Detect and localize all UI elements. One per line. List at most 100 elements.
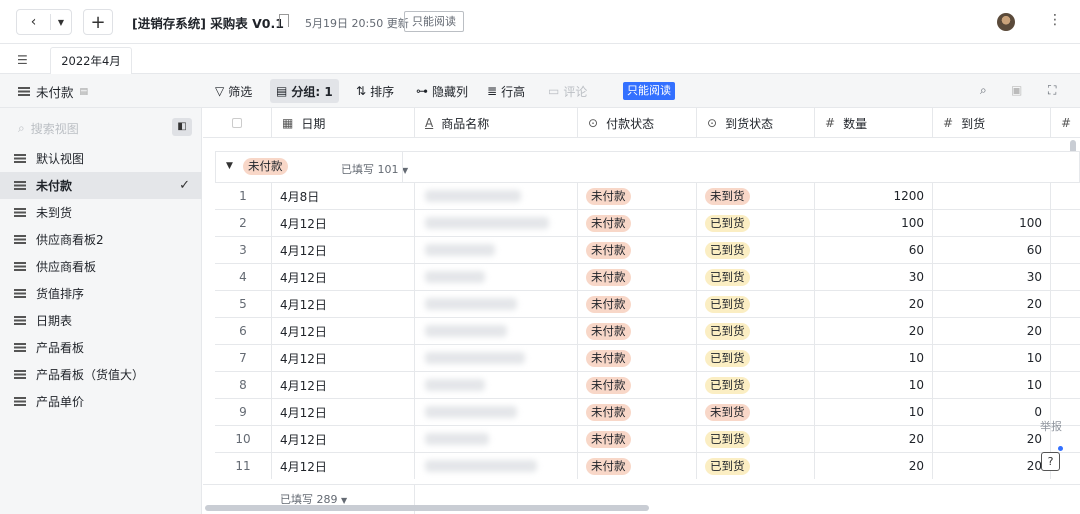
cell-quantity[interactable]: 60 [815,237,933,263]
comment-button[interactable]: ▭ 评论 [542,79,593,103]
collapse-group-icon[interactable]: ▼ [226,161,233,171]
view-search[interactable]: ⌕ 搜索视图 [18,120,79,137]
sidebar-item-default-view[interactable]: 默认视图 [0,145,202,172]
back-icon[interactable]: ‹ [17,14,51,30]
cell-payment[interactable]: 未付款 [578,399,697,425]
column-header-received[interactable]: # 到货 [933,108,1051,138]
table-row[interactable]: 3 4月12日 未付款 已到货 60 60 [215,236,1080,263]
cell-date[interactable]: 4月12日 [272,345,415,371]
cell-arrival[interactable]: 已到货 [697,264,815,290]
column-header-next[interactable]: # [1051,108,1080,138]
cell-date[interactable]: 4月12日 [272,399,415,425]
save-icon[interactable]: ▣ [1011,83,1022,97]
cell-product-redacted[interactable] [415,237,578,263]
cell-quantity[interactable]: 20 [815,318,933,344]
sidebar-item-unpaid[interactable]: 未付款 ✓ [0,172,202,199]
cell-received[interactable]: 60 [933,237,1051,263]
sidebar-item-product-price[interactable]: 产品单价 [0,388,202,415]
cell-payment[interactable]: 未付款 [578,291,697,317]
cell-payment[interactable]: 未付款 [578,210,697,236]
cell-arrival[interactable]: 已到货 [697,291,815,317]
sidebar-item-product-board-high-value[interactable]: 产品看板（货值大） [0,361,202,388]
cell-arrival[interactable]: 未到货 [697,399,815,425]
select-all-checkbox[interactable] [203,108,272,138]
cell-product-redacted[interactable] [415,345,578,371]
cell-received[interactable] [933,183,1051,209]
cell-quantity[interactable]: 20 [815,453,933,479]
bookmark-icon[interactable] [279,14,289,27]
fullscreen-icon[interactable]: ⛶ [1048,83,1056,98]
table-row[interactable]: 4 4月12日 未付款 已到货 30 30 [215,263,1080,290]
cell-payment[interactable]: 未付款 [578,453,697,479]
cell-quantity[interactable]: 10 [815,372,933,398]
cell-received[interactable]: 20 [933,453,1051,479]
cell-date[interactable]: 4月12日 [272,237,415,263]
cell-arrival[interactable]: 已到货 [697,453,815,479]
avatar[interactable] [997,13,1015,31]
cell-product-redacted[interactable] [415,264,578,290]
column-header-product[interactable]: A 商品名称 [415,108,578,138]
cell-received[interactable]: 20 [933,291,1051,317]
cell-quantity[interactable]: 10 [815,345,933,371]
cell-product-redacted[interactable] [415,291,578,317]
cell-product-redacted[interactable] [415,210,578,236]
sidebar-item-value-sort[interactable]: 货值排序 [0,280,202,307]
cell-payment[interactable]: 未付款 [578,183,697,209]
table-row[interactable]: 11 4月12日 未付款 已到货 20 20 [215,452,1080,479]
sidebar-item-product-board[interactable]: 产品看板 [0,334,202,361]
cell-payment[interactable]: 未付款 [578,237,697,263]
group-header[interactable]: ▼ 未付款 已填写 101 ▼ [215,151,1080,183]
sort-button[interactable]: ⇅ 排序 [350,79,400,103]
cell-date[interactable]: 4月8日 [272,183,415,209]
cell-received[interactable]: 10 [933,372,1051,398]
group-count[interactable]: 已填写 101 ▼ [341,161,408,177]
table-row[interactable]: 10 4月12日 未付款 已到货 20 20 [215,425,1080,452]
cell-payment[interactable]: 未付款 [578,264,697,290]
cell-quantity[interactable]: 100 [815,210,933,236]
cell-product-redacted[interactable] [415,399,578,425]
cell-arrival[interactable]: 已到货 [697,426,815,452]
cell-quantity[interactable]: 10 [815,399,933,425]
group-button[interactable]: ▤ 分组: 1 [270,79,339,103]
table-row[interactable]: 1 4月8日 未付款 未到货 1200 [215,182,1080,209]
table-row[interactable]: 7 4月12日 未付款 已到货 10 10 [215,344,1080,371]
sidebar-item-not-arrived[interactable]: 未到货 [0,199,202,226]
cell-payment[interactable]: 未付款 [578,372,697,398]
column-header-arrival[interactable]: ⊙ 到货状态 [697,108,815,138]
cell-arrival[interactable]: 未到货 [697,183,815,209]
history-dropdown-icon[interactable]: ▼ [51,18,71,27]
cell-payment[interactable]: 未付款 [578,318,697,344]
cell-date[interactable]: 4月12日 [272,426,415,452]
cell-arrival[interactable]: 已到货 [697,237,815,263]
report-link[interactable]: 举报 [1040,418,1062,434]
cell-date[interactable]: 4月12日 [272,453,415,479]
help-icon[interactable]: ? [1041,452,1060,471]
table-row[interactable]: 2 4月12日 未付款 已到货 100 100 [215,209,1080,236]
new-button[interactable]: + [83,9,113,35]
column-header-date[interactable]: ▦ 日期 [272,108,415,138]
cell-received[interactable]: 10 [933,345,1051,371]
column-header-quantity[interactable]: # 数量 [815,108,933,138]
cell-product-redacted[interactable] [415,372,578,398]
column-header-payment[interactable]: ⊙ 付款状态 [578,108,697,138]
hide-columns-button[interactable]: ⊶ 隐藏列 [410,79,474,103]
tab-2022-04[interactable]: 2022年4月 [50,47,132,75]
cell-product-redacted[interactable] [415,453,578,479]
cell-date[interactable]: 4月12日 [272,291,415,317]
row-height-button[interactable]: ≣ 行高 [481,79,531,103]
cell-arrival[interactable]: 已到货 [697,372,815,398]
cell-received[interactable]: 0 [933,399,1051,425]
sidebar-item-supplier-board[interactable]: 供应商看板 [0,253,202,280]
horizontal-scrollbar[interactable] [205,505,649,511]
cell-date[interactable]: 4月12日 [272,318,415,344]
table-row[interactable]: 6 4月12日 未付款 已到货 20 20 [215,317,1080,344]
table-row[interactable]: 5 4月12日 未付款 已到货 20 20 [215,290,1080,317]
cell-date[interactable]: 4月12日 [272,372,415,398]
cell-date[interactable]: 4月12日 [272,210,415,236]
sidebar-item-supplier-board-2[interactable]: 供应商看板2 [0,226,202,253]
cell-quantity[interactable]: 20 [815,426,933,452]
cell-arrival[interactable]: 已到货 [697,318,815,344]
cell-product-redacted[interactable] [415,318,578,344]
cell-received[interactable]: 20 [933,426,1051,452]
table-row[interactable]: 9 4月12日 未付款 未到货 10 0 [215,398,1080,425]
